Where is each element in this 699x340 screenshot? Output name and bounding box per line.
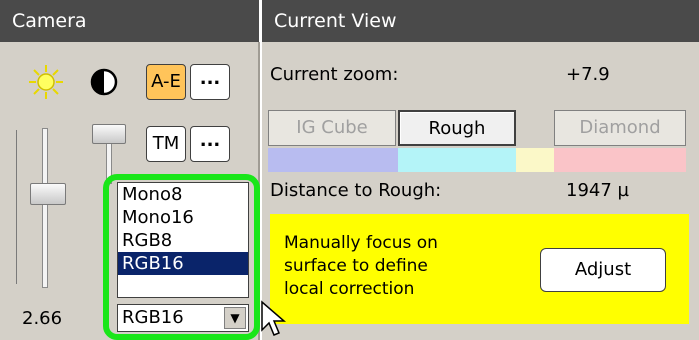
tone-map-options-button[interactable]: ... xyxy=(190,126,230,162)
ig-cube-color-strip xyxy=(268,148,398,172)
zoom-value: +7.9 xyxy=(566,64,610,85)
pixel-format-select-value: RGB16 xyxy=(122,307,184,328)
exposure-slider-thumb[interactable] xyxy=(30,183,66,205)
diamond-color-strip xyxy=(554,148,686,172)
mouse-pointer-icon xyxy=(261,300,287,336)
tab-ig-cube[interactable]: IG Cube xyxy=(268,110,396,146)
exposure-value: 2.66 xyxy=(22,308,63,329)
contrast-slider-thumb[interactable] xyxy=(92,124,126,144)
auto-exposure-options-button[interactable]: ... xyxy=(190,64,230,100)
distance-label: Distance to Rough: xyxy=(270,180,442,201)
camera-panel-title: Camera xyxy=(0,0,259,42)
tab-diamond[interactable]: Diamond xyxy=(554,110,686,146)
tab-rough[interactable]: Rough xyxy=(398,110,516,146)
chevron-down-icon[interactable]: ▼ xyxy=(224,307,246,329)
zoom-label: Current zoom: xyxy=(270,64,399,85)
adjust-button[interactable]: Adjust xyxy=(540,248,666,292)
exposure-slider-ticks xyxy=(16,130,25,284)
contrast-icon xyxy=(90,68,118,96)
pixel-format-dropdown-list[interactable]: Mono8 Mono16 RGB8 RGB16 xyxy=(117,182,249,298)
auto-exposure-button[interactable]: A-E xyxy=(146,64,186,100)
exposure-slider-track[interactable] xyxy=(42,128,48,288)
sun-icon xyxy=(29,65,63,99)
pixel-format-option[interactable]: RGB8 xyxy=(118,229,248,252)
tone-map-button[interactable]: TM xyxy=(146,126,186,162)
rough-color-strip xyxy=(398,148,516,172)
pixel-format-option[interactable]: Mono8 xyxy=(118,183,248,206)
current-view-panel-title: Current View xyxy=(262,0,699,42)
focus-instruction-panel: Manually focus on surface to define loca… xyxy=(270,214,689,324)
pixel-format-option-selected[interactable]: RGB16 xyxy=(118,252,248,275)
pixel-format-select[interactable]: RGB16 ▼ xyxy=(117,304,249,332)
gap-color-strip xyxy=(516,148,554,172)
pixel-format-option[interactable]: Mono16 xyxy=(118,206,248,229)
distance-value: 1947 µ xyxy=(566,180,629,201)
focus-instruction-text: Manually focus on surface to define loca… xyxy=(284,233,438,299)
